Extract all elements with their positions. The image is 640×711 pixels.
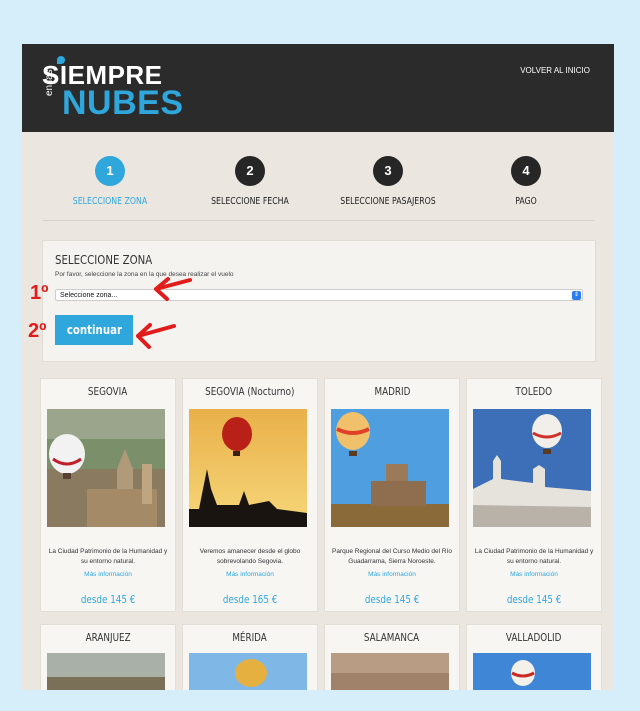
card-toledo[interactable]: TOLEDO La Ciudad Patrimonio de la Humani… (466, 378, 602, 612)
step-label: SELECCIONE PASAJEROS (340, 196, 436, 207)
step-number: 1 (95, 156, 125, 186)
step-select-passengers[interactable]: 3 SELECCIONE PASAJEROS (318, 156, 458, 207)
step-number: 2 (235, 156, 265, 186)
zone-select[interactable]: Seleccione zona... ⇕ (55, 289, 583, 301)
toledo-photo (473, 409, 591, 527)
card-description: La Ciudad Patrimonio de la Humanidad y s… (48, 548, 168, 565)
aranjuez-photo (47, 653, 165, 690)
continue-button[interactable]: continuar (55, 315, 133, 345)
step-select-date[interactable]: 2 SELECCIONE FECHA (180, 156, 320, 207)
card-price: desde 145 € (364, 593, 420, 606)
card-price: desde 145 € (80, 593, 136, 606)
card-valladolid[interactable]: VALLADOLID (466, 624, 602, 690)
annotation-arrow-1-icon (154, 277, 192, 301)
card-description: Veremos amanecer desde el globo sobrevol… (199, 548, 301, 565)
more-info-link[interactable]: Más información (183, 571, 317, 578)
card-segovia-nocturno[interactable]: SEGOVIA (Nocturno) Veremos amanecer desd… (182, 378, 318, 612)
step-label: PAGO (515, 196, 537, 207)
card-price: desde 165 € (222, 593, 278, 606)
zone-title: SELECCIONE ZONA (55, 253, 153, 267)
segovia-night-photo (189, 409, 307, 527)
select-arrows-icon: ⇕ (572, 291, 581, 300)
card-description: La Ciudad Patrimonio de la Humanidad y s… (474, 548, 594, 565)
madrid-photo (331, 409, 449, 527)
annotation-arrow-2-icon (136, 323, 176, 349)
segovia-photo (47, 409, 165, 527)
page-frame: SIEMPRE en las NUBES VOLVER AL INICIO 1 … (22, 44, 614, 690)
steps-divider (42, 220, 594, 221)
card-description: Parque Regional del Curso Medio del Río … (332, 548, 452, 565)
card-title: TOLEDO (515, 385, 553, 398)
card-madrid[interactable]: MADRID Parque Regional del Curso Medio d… (324, 378, 460, 612)
card-merida[interactable]: MÉRIDA (182, 624, 318, 690)
card-title: VALLADOLID (506, 631, 562, 644)
card-segovia[interactable]: SEGOVIA La Ciudad Patrimonio de la Human… (40, 378, 176, 612)
step-number: 3 (373, 156, 403, 186)
card-title: SALAMANCA (364, 631, 420, 644)
card-salamanca[interactable]: SALAMANCA (324, 624, 460, 690)
step-number: 4 (511, 156, 541, 186)
card-aranjuez[interactable]: ARANJUEZ (40, 624, 176, 690)
annotation-second: 2º (28, 320, 47, 342)
top-bar: SIEMPRE en las NUBES VOLVER AL INICIO (22, 44, 614, 132)
valladolid-photo (473, 653, 591, 690)
card-title: ARANJUEZ (85, 631, 131, 644)
salamanca-photo (331, 653, 449, 690)
back-home-link[interactable]: VOLVER AL INICIO (520, 66, 590, 75)
step-label: SELECCIONE FECHA (211, 196, 289, 207)
siempre-en-las-nubes-logo[interactable]: SIEMPRE en las NUBES (40, 54, 200, 126)
booking-steps: 1 SELECCIONE ZONA 2 SELECCIONE FECHA 3 S… (22, 156, 614, 216)
step-label: SELECCIONE ZONA (72, 196, 148, 207)
card-price: desde 145 € (506, 593, 562, 606)
merida-photo (189, 653, 307, 690)
annotation-first: 1º (30, 282, 49, 304)
logo-bottom-text: NUBES (62, 84, 184, 122)
more-info-link[interactable]: Más información (325, 571, 459, 578)
continue-label: continuar (66, 323, 122, 337)
card-title: MÉRIDA (232, 631, 268, 644)
card-title: SEGOVIA (Nocturno) (205, 385, 295, 398)
zone-select-value: Seleccione zona... (60, 292, 118, 299)
card-title: MADRID (374, 385, 410, 398)
card-title: SEGOVIA (88, 385, 128, 398)
more-info-link[interactable]: Más información (41, 571, 175, 578)
zone-selection-panel: SELECCIONE ZONA Por favor, seleccione la… (42, 240, 596, 362)
more-info-link[interactable]: Más información (467, 571, 601, 578)
zone-description: Por favor, seleccione la zona en la que … (55, 271, 234, 278)
logo-small-text: en las (44, 69, 55, 96)
step-select-zone[interactable]: 1 SELECCIONE ZONA (40, 156, 180, 207)
step-payment[interactable]: 4 PAGO (456, 156, 596, 207)
